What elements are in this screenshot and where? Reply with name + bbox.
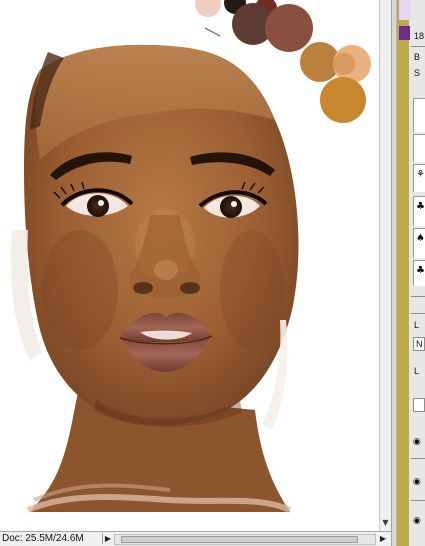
vertical-scrollbar[interactable]: ▼ [379, 0, 391, 531]
triangle-right-icon[interactable]: ▶ [102, 533, 113, 544]
eye-icon[interactable]: ◉ [413, 436, 425, 448]
tool-icon: ♠ [416, 233, 425, 244]
scroll-down-arrow-icon[interactable]: ▼ [380, 517, 391, 529]
blend-mode-value: N [416, 339, 423, 349]
tool-icon: ♣ [416, 265, 425, 276]
tool-icon: ⚘ [416, 169, 425, 180]
side-panel: 18 B S ⚘ ♣ ♠ ♣ L N L ◉ ◉ ◉ [397, 0, 425, 546]
panel-label-l: L [414, 320, 420, 330]
horizontal-scrollbar[interactable] [114, 534, 376, 545]
lock-field[interactable] [413, 398, 425, 412]
panel-slot[interactable] [413, 98, 425, 132]
swatch-light[interactable] [399, 0, 410, 20]
swatch-purple[interactable] [399, 26, 410, 40]
horizontal-scroll-thumb[interactable] [121, 536, 358, 543]
divider [411, 46, 425, 47]
divider [411, 458, 425, 459]
tool-row[interactable]: ♣ [413, 196, 425, 226]
panel-label-s: S [414, 68, 421, 78]
panel-label-l2: L [414, 366, 420, 376]
status-bar: Doc: 25.5M/24.6M ▶ ▶ [0, 531, 391, 546]
panel-slot[interactable] [413, 134, 425, 162]
scroll-right-arrow-icon[interactable]: ▶ [377, 533, 389, 545]
panel-strip [397, 0, 409, 546]
tool-row[interactable]: ♣ [413, 260, 425, 286]
doc-size-readout: Doc: 25.5M/24.6M [2, 533, 84, 544]
blend-mode-select[interactable]: N [413, 337, 425, 351]
tool-row[interactable]: ♠ [413, 228, 425, 258]
eye-icon[interactable]: ◉ [413, 476, 425, 488]
photoshop-window: ▼ Doc: 25.5M/24.6M ▶ ▶ 18 B S ⚘ ♣ ♠ ♣ L … [0, 0, 425, 546]
panel-label-18: 18 [414, 31, 425, 41]
divider [411, 313, 425, 314]
canvas-artwork [10, 0, 371, 513]
divider [411, 500, 425, 501]
eye-icon[interactable]: ◉ [413, 515, 425, 527]
panel-label-b: B [414, 52, 421, 62]
tool-icon: ♣ [416, 201, 425, 212]
tool-row[interactable]: ⚘ [413, 164, 425, 192]
document-canvas[interactable] [0, 0, 379, 531]
divider [411, 296, 425, 297]
